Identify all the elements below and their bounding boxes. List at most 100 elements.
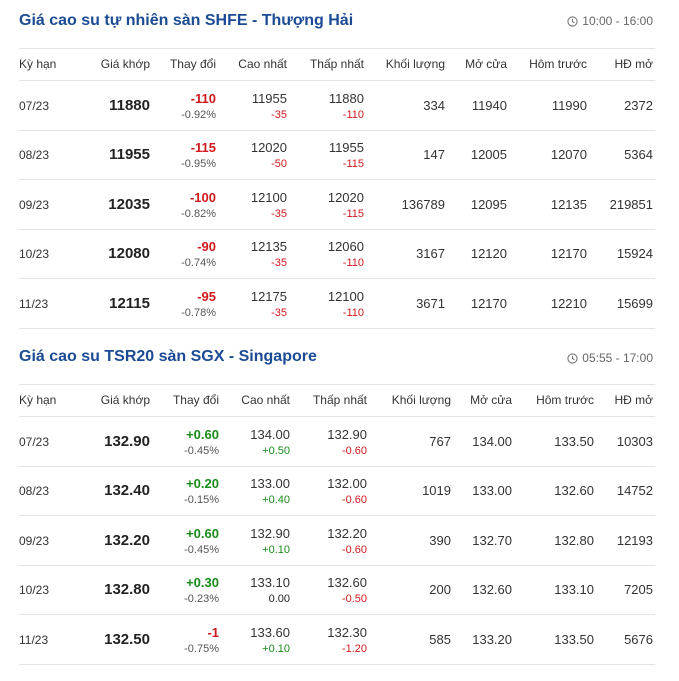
col-header-volume: Khối lượng bbox=[385, 57, 445, 71]
cell-low: 12060 bbox=[327, 239, 364, 255]
col-header-volume: Khối lượng bbox=[391, 393, 451, 407]
cell-volume: 3167 bbox=[416, 246, 445, 262]
cell-open-interest: 15699 bbox=[616, 295, 653, 311]
cell-volume: 200 bbox=[429, 582, 451, 598]
col-header-high: Cao nhất bbox=[241, 393, 290, 407]
cell-open: 12005 bbox=[470, 147, 507, 163]
cell-change: +0.60 bbox=[186, 525, 219, 541]
cell-high-diff: -35 bbox=[271, 306, 287, 319]
cell-prev: 12170 bbox=[550, 246, 587, 262]
cell-change: +0.20 bbox=[186, 476, 219, 492]
cell-low: 132.20 bbox=[327, 525, 367, 541]
shfe-title: Giá cao su tự nhiên sàn SHFE - Thượng Hả… bbox=[19, 12, 354, 29]
cell-change: -115 bbox=[190, 140, 216, 156]
cell-open: 134.00 bbox=[472, 433, 512, 449]
cell-change-pct: -0.74% bbox=[181, 257, 216, 270]
cell-open: 133.00 bbox=[472, 483, 512, 499]
cell-open-interest: 12193 bbox=[616, 532, 653, 548]
cell-low-diff: -115 bbox=[342, 158, 364, 171]
cell-low-diff: -110 bbox=[342, 108, 364, 121]
row-divider bbox=[19, 515, 655, 516]
cell-volume: 390 bbox=[429, 532, 451, 548]
cell-open-interest: 5364 bbox=[624, 147, 653, 163]
cell-prev: 133.10 bbox=[554, 582, 594, 598]
col-header-open-interest: HĐ mở bbox=[614, 393, 653, 407]
cell-prev: 132.60 bbox=[554, 483, 594, 499]
cell-open: 12120 bbox=[470, 246, 507, 262]
cell-prev: 11990 bbox=[551, 97, 587, 113]
cell-low: 12100 bbox=[327, 288, 364, 304]
cell-low-diff: -0.60 bbox=[341, 494, 367, 507]
row-divider bbox=[19, 179, 655, 180]
cell-change: -110 bbox=[190, 90, 216, 106]
cell-volume: 334 bbox=[423, 97, 445, 113]
row-divider bbox=[19, 465, 655, 467]
row-divider bbox=[19, 129, 655, 131]
cell-price: 132.90 bbox=[104, 432, 150, 450]
cell-prev: 12210 bbox=[550, 295, 587, 311]
cell-high: 12020 bbox=[250, 140, 287, 156]
cell-open-interest: 10303 bbox=[616, 433, 653, 449]
cell-high-diff: -50 bbox=[271, 158, 287, 171]
cell-high: 132.90 bbox=[250, 525, 290, 541]
cell-high-diff: +0.10 bbox=[262, 642, 290, 655]
col-header-open: Mở cửa bbox=[470, 393, 512, 407]
cell-price: 132.20 bbox=[104, 531, 150, 549]
cell-change-pct: -0.78% bbox=[181, 306, 216, 319]
row-divider bbox=[19, 327, 655, 329]
cell-low: 132.90 bbox=[327, 426, 367, 442]
col-header-change: Thay đổi bbox=[172, 393, 219, 407]
cell-high-diff: 0.00 bbox=[268, 593, 290, 606]
cell-change: -95 bbox=[197, 288, 216, 304]
cell-low-diff: -0.50 bbox=[341, 593, 367, 606]
cell-high: 12175 bbox=[250, 288, 287, 304]
shfe-time-text: 10:00 - 16:00 bbox=[582, 14, 653, 28]
cell-high-diff: -35 bbox=[271, 257, 287, 270]
cell-volume: 147 bbox=[423, 147, 445, 163]
cell-change-pct: -0.75% bbox=[184, 642, 219, 655]
cell-low: 132.60 bbox=[327, 575, 367, 591]
cell-open: 12170 bbox=[470, 295, 507, 311]
cell-change-pct: -0.82% bbox=[181, 207, 216, 220]
cell-prev: 132.80 bbox=[554, 532, 594, 548]
cell-term: 11/23 bbox=[19, 632, 49, 647]
cell-prev: 133.50 bbox=[554, 433, 594, 449]
cell-high-diff: -35 bbox=[271, 207, 287, 220]
cell-low-diff: -0.60 bbox=[341, 543, 367, 556]
col-header-open-interest: HĐ mở bbox=[614, 57, 653, 71]
cell-term: 10/23 bbox=[19, 247, 50, 262]
row-divider bbox=[19, 278, 655, 279]
col-header-term: Kỳ hạn bbox=[19, 57, 57, 71]
cell-volume: 767 bbox=[429, 433, 451, 449]
cell-low-diff: -115 bbox=[342, 207, 364, 220]
col-header-term: Kỳ hạn bbox=[19, 393, 57, 407]
col-header-high: Cao nhất bbox=[238, 57, 287, 71]
clock-icon bbox=[567, 352, 578, 364]
cell-change: -1 bbox=[207, 624, 219, 640]
col-header-change: Thay đổi bbox=[169, 57, 216, 71]
row-divider bbox=[19, 228, 655, 230]
cell-low-diff: -110 bbox=[342, 257, 364, 270]
cell-high: 133.00 bbox=[250, 476, 290, 492]
cell-change: -100 bbox=[189, 189, 216, 205]
col-header-low: Thấp nhất bbox=[309, 57, 364, 71]
cell-term: 11/23 bbox=[19, 296, 49, 311]
row-divider bbox=[19, 564, 655, 566]
cell-change-pct: -0.45% bbox=[184, 543, 219, 556]
cell-high-diff: +0.50 bbox=[262, 444, 290, 457]
cell-price: 132.40 bbox=[104, 482, 150, 500]
cell-price: 132.80 bbox=[104, 581, 150, 599]
sgx-title: Giá cao su TSR20 sàn SGX - Singapore bbox=[19, 348, 317, 365]
col-header-price: Giá khớp bbox=[100, 393, 150, 407]
cell-low: 132.00 bbox=[327, 476, 367, 492]
cell-change: +0.30 bbox=[186, 575, 219, 591]
cell-low-diff: -1.20 bbox=[341, 642, 367, 655]
cell-change-pct: -0.23% bbox=[184, 593, 219, 606]
cell-term: 10/23 bbox=[19, 583, 50, 598]
cell-open-interest: 5676 bbox=[624, 631, 653, 647]
cell-open-interest: 14752 bbox=[616, 483, 653, 499]
cell-change: +0.60 bbox=[186, 426, 219, 442]
cell-volume: 3671 bbox=[416, 295, 445, 311]
shfe-section: Giá cao su tự nhiên sàn SHFE - Thượng Hả… bbox=[0, 0, 679, 335]
sgx-section: Giá cao su TSR20 sàn SGX - Singapore 05:… bbox=[0, 336, 679, 681]
